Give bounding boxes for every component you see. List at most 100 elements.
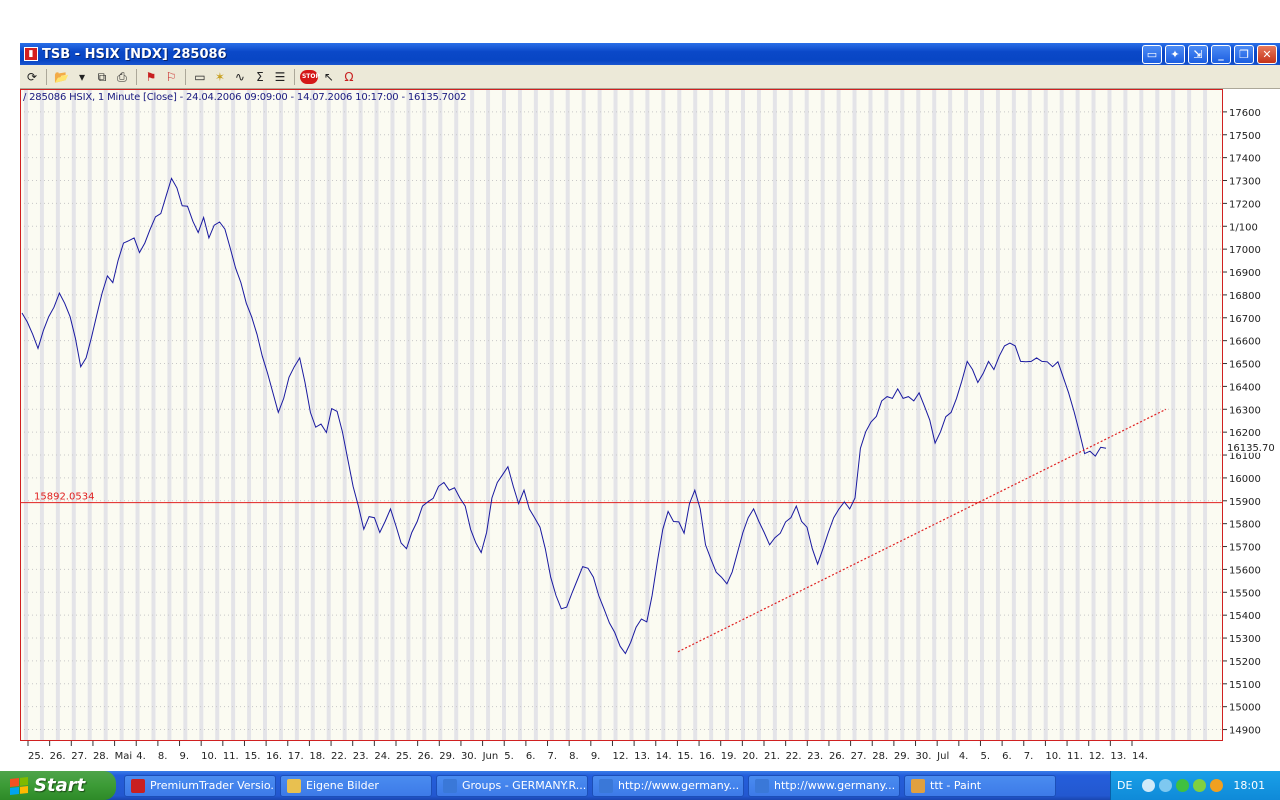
refresh-icon[interactable]: ⟳	[23, 68, 41, 86]
window-title-bar[interactable]: ▮ TSB - HSIX [NDX] 285086 ▭ ✦ ⇲ _ ❐ ✕	[20, 43, 1280, 65]
session-band	[119, 89, 124, 741]
x-tick-label: 22.	[331, 751, 347, 762]
y-tick-label: 17300	[1229, 177, 1261, 188]
toolbar-extra-button-3[interactable]: ⇲	[1188, 44, 1208, 64]
taskbar-item[interactable]: http://www.germany...	[748, 774, 900, 797]
y-tick-label: 1/100	[1229, 222, 1258, 233]
x-tick-label: 26.	[50, 751, 66, 762]
indicator-icon[interactable]: ✶	[211, 68, 229, 86]
taskbar-item[interactable]: Eigene Bilder	[280, 774, 432, 797]
taskbar-item-label: http://www.germany...	[618, 779, 740, 792]
magnet-icon[interactable]: Ω	[340, 68, 358, 86]
x-tick-label: 18.	[309, 751, 325, 762]
session-band	[1075, 89, 1080, 741]
x-tick-label: 27.	[71, 751, 87, 762]
minimize-button[interactable]: _	[1211, 44, 1231, 64]
sum-icon[interactable]: Σ	[251, 68, 269, 86]
restore-button[interactable]: ❐	[1234, 44, 1254, 64]
x-tick-label: 25.	[28, 751, 44, 762]
studies-icon[interactable]: ∿	[231, 68, 249, 86]
stop-icon[interactable]: STOP	[299, 69, 320, 84]
session-band	[1187, 89, 1192, 741]
language-indicator[interactable]: DE	[1117, 779, 1132, 792]
app-icon[interactable]: ▮	[24, 47, 38, 61]
taskbar-item[interactable]: http://www.germany...	[592, 774, 744, 797]
clock: 18:01	[1233, 779, 1266, 792]
session-band	[390, 89, 395, 741]
y-tick-label: 17600	[1229, 108, 1261, 119]
x-tick-label: Jun	[482, 751, 499, 762]
session-band	[613, 89, 618, 741]
premiumtrader-icon	[131, 778, 145, 793]
session-band	[406, 89, 411, 741]
open-folder-icon[interactable]: 📂	[52, 68, 71, 86]
session-band	[1203, 89, 1208, 741]
y-tick-label: 16000	[1229, 474, 1261, 485]
y-tick-label: 15500	[1229, 588, 1261, 599]
flag-icon[interactable]: ⚑	[142, 68, 160, 86]
x-tick-label: 9.	[180, 751, 190, 762]
flag-icon[interactable]: ⚐	[162, 68, 180, 86]
y-tick-label: 16900	[1229, 268, 1261, 279]
properties-icon[interactable]: ☰	[271, 68, 289, 86]
cursor-icon[interactable]: ↖	[320, 68, 338, 86]
close-button[interactable]: ✕	[1257, 44, 1277, 64]
network-icon[interactable]	[1159, 779, 1173, 792]
tray-arrow-icon[interactable]	[1142, 779, 1156, 792]
session-band	[1011, 89, 1016, 741]
toolbar-extra-button-2[interactable]: ✦	[1165, 44, 1185, 64]
x-tick-label: 25.	[396, 751, 412, 762]
x-tick-label: 8.	[569, 751, 579, 762]
x-tick-label: 13.	[634, 751, 650, 762]
session-band	[1107, 89, 1112, 741]
copy-icon[interactable]: ⧉	[93, 68, 111, 86]
session-band	[374, 89, 379, 741]
folder-icon	[287, 778, 301, 793]
security-icon[interactable]	[1176, 779, 1190, 792]
x-tick-label: 4.	[136, 751, 146, 762]
x-tick-label: 30.	[461, 751, 477, 762]
session-band	[231, 89, 236, 741]
taskbar-item[interactable]: PremiumTrader Versio...	[124, 774, 276, 797]
x-tick-label: 12.	[612, 751, 628, 762]
x-tick-label: 26.	[829, 751, 845, 762]
y-tick-label: 15800	[1229, 520, 1261, 531]
alert-icon[interactable]	[1210, 779, 1224, 792]
session-band	[55, 89, 60, 741]
ie-icon	[443, 778, 457, 793]
price-chart[interactable]: 17600 17500 17400 17300 17200 1/100 17000 16900…	[20, 89, 1280, 770]
y-tick-label: 17200	[1229, 199, 1261, 210]
session-band	[24, 89, 28, 741]
x-tick-label: 11.	[223, 751, 239, 762]
x-tick-label: 6.	[1002, 751, 1012, 762]
x-tick-label: 16.	[266, 751, 282, 762]
save-icon[interactable]: ▾	[73, 68, 91, 86]
y-tick-label: 15700	[1229, 543, 1261, 554]
taskbar-item[interactable]: Groups - GERMANY.R...	[436, 774, 588, 797]
ie-icon	[755, 778, 769, 793]
session-band	[342, 89, 347, 741]
session-band	[486, 89, 491, 741]
session-band	[294, 89, 299, 741]
print-icon[interactable]: ⎙	[113, 68, 131, 86]
session-band	[263, 89, 267, 741]
session-band	[804, 89, 809, 741]
chart-area[interactable]: 17600 17500 17400 17300 17200 1/100 17000 16900…	[20, 89, 1280, 770]
x-tick-label: 14.	[1132, 751, 1148, 762]
toolbar-extra-button-1[interactable]: ▭	[1142, 44, 1162, 64]
session-band	[87, 89, 92, 741]
start-label: Start	[34, 775, 86, 796]
taskbar-item-label: Groups - GERMANY.R...	[462, 779, 587, 792]
layout-icon[interactable]: ▭	[191, 68, 209, 86]
toolbar-separator	[293, 68, 295, 85]
taskbar-item-label: Eigene Bilder	[306, 779, 379, 792]
start-button[interactable]: Start	[0, 771, 116, 800]
messenger-icon[interactable]	[1193, 779, 1207, 792]
y-tick-label: 16600	[1229, 337, 1261, 348]
taskbar-item[interactable]: ttt - Paint	[904, 774, 1056, 797]
session-band	[71, 89, 76, 741]
x-tick-label: 15.	[244, 751, 260, 762]
x-tick-label: 19.	[721, 751, 737, 762]
session-band	[358, 89, 363, 741]
session-band	[661, 89, 666, 741]
